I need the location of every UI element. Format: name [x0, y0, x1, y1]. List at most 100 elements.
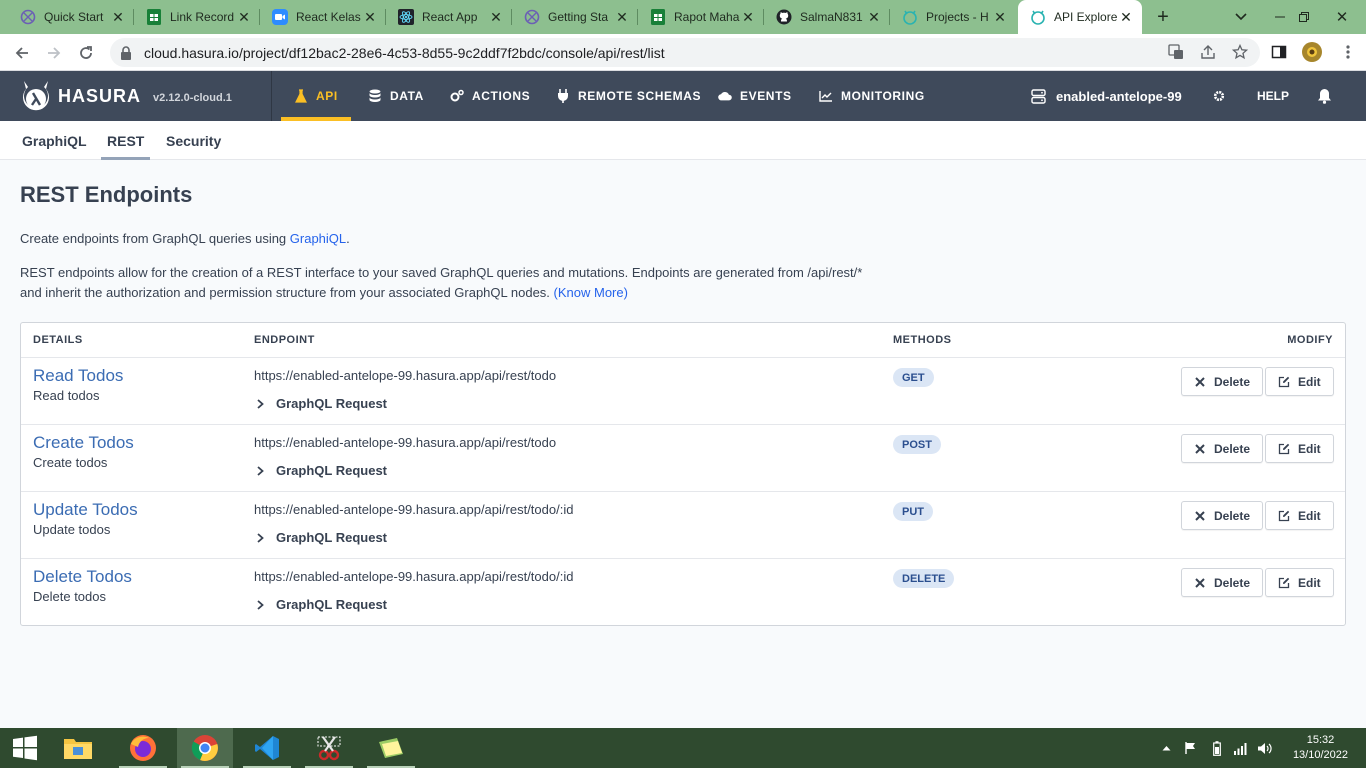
tab-rest[interactable]: REST [101, 121, 151, 160]
chrome-icon[interactable] [177, 728, 233, 768]
restore-icon[interactable] [1290, 0, 1318, 34]
project-name: enabled-antelope-99 [1056, 88, 1182, 104]
close-icon[interactable]: ✕ [992, 9, 1008, 25]
graphql-request-toggle[interactable]: GraphQL Request [254, 530, 387, 545]
clock-date: 13/10/2022 [1292, 749, 1348, 761]
notifications-bell-icon[interactable] [1316, 71, 1332, 121]
endpoint-description: Create todos [33, 455, 108, 470]
windows-start-icon[interactable] [0, 728, 50, 768]
sticky-notes-icon[interactable] [363, 728, 419, 768]
browser-tab[interactable]: Link Record ✕ [134, 0, 260, 34]
firefox-icon[interactable] [115, 728, 171, 768]
settings-gear-icon[interactable] [1212, 71, 1226, 121]
chevron-right-icon [254, 398, 266, 410]
close-icon[interactable]: ✕ [488, 9, 504, 25]
hasura-icon [1030, 9, 1046, 25]
tab-search-icon[interactable] [1228, 0, 1254, 34]
plug-icon [556, 89, 570, 103]
close-icon[interactable]: ✕ [866, 9, 882, 25]
browser-tab[interactable]: Projects - H ✕ [890, 0, 1016, 34]
network-signal-icon[interactable] [1231, 728, 1249, 768]
browser-tab[interactable]: Quick Start ✕ [8, 0, 134, 34]
table-row: Update Todos Update todos https://enable… [21, 492, 1345, 559]
column-header-endpoint: ENDPOINT [254, 334, 315, 346]
share-icon[interactable] [1199, 43, 1217, 61]
endpoint-name-link[interactable]: Update Todos [33, 500, 138, 520]
close-icon[interactable]: ✕ [362, 9, 378, 25]
profile-avatar-icon[interactable] [1301, 41, 1323, 63]
system-clock[interactable]: 15:32 13/10/2022 [1293, 733, 1348, 763]
hasura-logo[interactable]: HASURA v2.12.0-cloud.1 [20, 79, 232, 113]
nav-data[interactable]: DATA [368, 71, 424, 121]
help-button[interactable]: HELP [1257, 71, 1289, 121]
tab-security[interactable]: Security [166, 121, 221, 160]
endpoint-name-link[interactable]: Read Todos [33, 366, 123, 386]
browser-menu-icon[interactable] [1339, 43, 1357, 61]
forward-icon[interactable] [41, 40, 67, 66]
delete-button[interactable]: Delete [1181, 568, 1264, 597]
browser-tab[interactable]: React App ✕ [386, 0, 512, 34]
snipping-tool-icon[interactable] [301, 728, 357, 768]
graphql-request-toggle[interactable]: GraphQL Request [254, 463, 387, 478]
window-close-icon[interactable]: ✕ [1322, 0, 1362, 34]
close-icon[interactable]: ✕ [236, 9, 252, 25]
edit-button[interactable]: Edit [1265, 568, 1334, 597]
edit-icon [1278, 577, 1290, 589]
description-text: REST endpoints allow for the creation of… [20, 265, 863, 300]
edit-icon [1278, 443, 1290, 455]
volume-icon[interactable] [1255, 728, 1273, 768]
edit-icon [1278, 510, 1290, 522]
action-center-flag-icon[interactable] [1182, 728, 1200, 768]
delete-button[interactable]: Delete [1181, 367, 1264, 396]
browser-tab[interactable]: React Kelas ✕ [260, 0, 386, 34]
delete-button[interactable]: Delete [1181, 501, 1264, 530]
browser-tab-active[interactable]: API Explore ✕ [1018, 0, 1142, 34]
lock-icon [120, 45, 134, 60]
bookmark-star-icon[interactable] [1231, 43, 1249, 61]
graphiql-link[interactable]: GraphiQL [290, 231, 346, 246]
reload-icon[interactable] [73, 40, 99, 66]
method-badge: DELETE [893, 569, 955, 588]
close-icon[interactable]: ✕ [614, 9, 630, 25]
close-icon[interactable]: ✕ [740, 9, 756, 25]
endpoint-description: Read todos [33, 388, 100, 403]
browser-tab[interactable]: Getting Sta ✕ [512, 0, 638, 34]
tab-graphiql[interactable]: GraphiQL [22, 121, 87, 160]
column-header-modify: MODIFY [1287, 334, 1333, 346]
file-explorer-icon[interactable] [50, 728, 106, 768]
nav-api[interactable]: API [281, 71, 351, 121]
endpoints-table: DETAILS ENDPOINT METHODS MODIFY Read Tod… [20, 322, 1346, 626]
back-icon[interactable] [9, 40, 35, 66]
nav-events[interactable]: EVENTS [718, 71, 792, 121]
edit-icon [1278, 376, 1290, 388]
endpoint-name-link[interactable]: Delete Todos [33, 567, 132, 587]
edit-button[interactable]: Edit [1265, 434, 1334, 463]
know-more-link[interactable]: (Know More) [554, 285, 628, 300]
battery-icon[interactable] [1209, 728, 1225, 768]
close-icon[interactable]: ✕ [110, 9, 126, 25]
close-icon[interactable]: ✕ [1118, 9, 1134, 25]
browser-tab[interactable]: SalmaN831 ✕ [764, 0, 890, 34]
graphql-request-toggle[interactable]: GraphQL Request [254, 597, 387, 612]
method-badge: GET [893, 368, 934, 387]
delete-button[interactable]: Delete [1181, 434, 1264, 463]
vscode-icon[interactable] [239, 728, 295, 768]
tray-overflow-icon[interactable] [1158, 728, 1174, 768]
nav-actions[interactable]: ACTIONS [450, 71, 530, 121]
new-tab-button[interactable]: + [1150, 0, 1176, 34]
browser-tab[interactable]: Rapot Maha ✕ [638, 0, 764, 34]
nav-remote-schemas[interactable]: REMOTE SCHEMAS [556, 71, 701, 121]
endpoint-name-link[interactable]: Create Todos [33, 433, 134, 453]
address-bar[interactable]: cloud.hasura.io/project/df12bac2-28e6-4c… [110, 38, 1260, 67]
method-badge: POST [893, 435, 941, 454]
endpoint-description: Delete todos [33, 589, 106, 604]
edit-button[interactable]: Edit [1265, 367, 1334, 396]
version-label: v2.12.0-cloud.1 [153, 91, 232, 104]
translate-icon[interactable] [1167, 43, 1185, 61]
edit-button[interactable]: Edit [1265, 501, 1334, 530]
graphql-request-toggle[interactable]: GraphQL Request [254, 396, 387, 411]
side-panel-icon[interactable] [1270, 43, 1288, 61]
nav-monitoring[interactable]: MONITORING [819, 71, 925, 121]
browser-toolbar: cloud.hasura.io/project/df12bac2-28e6-4c… [0, 34, 1366, 71]
project-selector[interactable]: enabled-antelope-99 [1031, 71, 1182, 121]
